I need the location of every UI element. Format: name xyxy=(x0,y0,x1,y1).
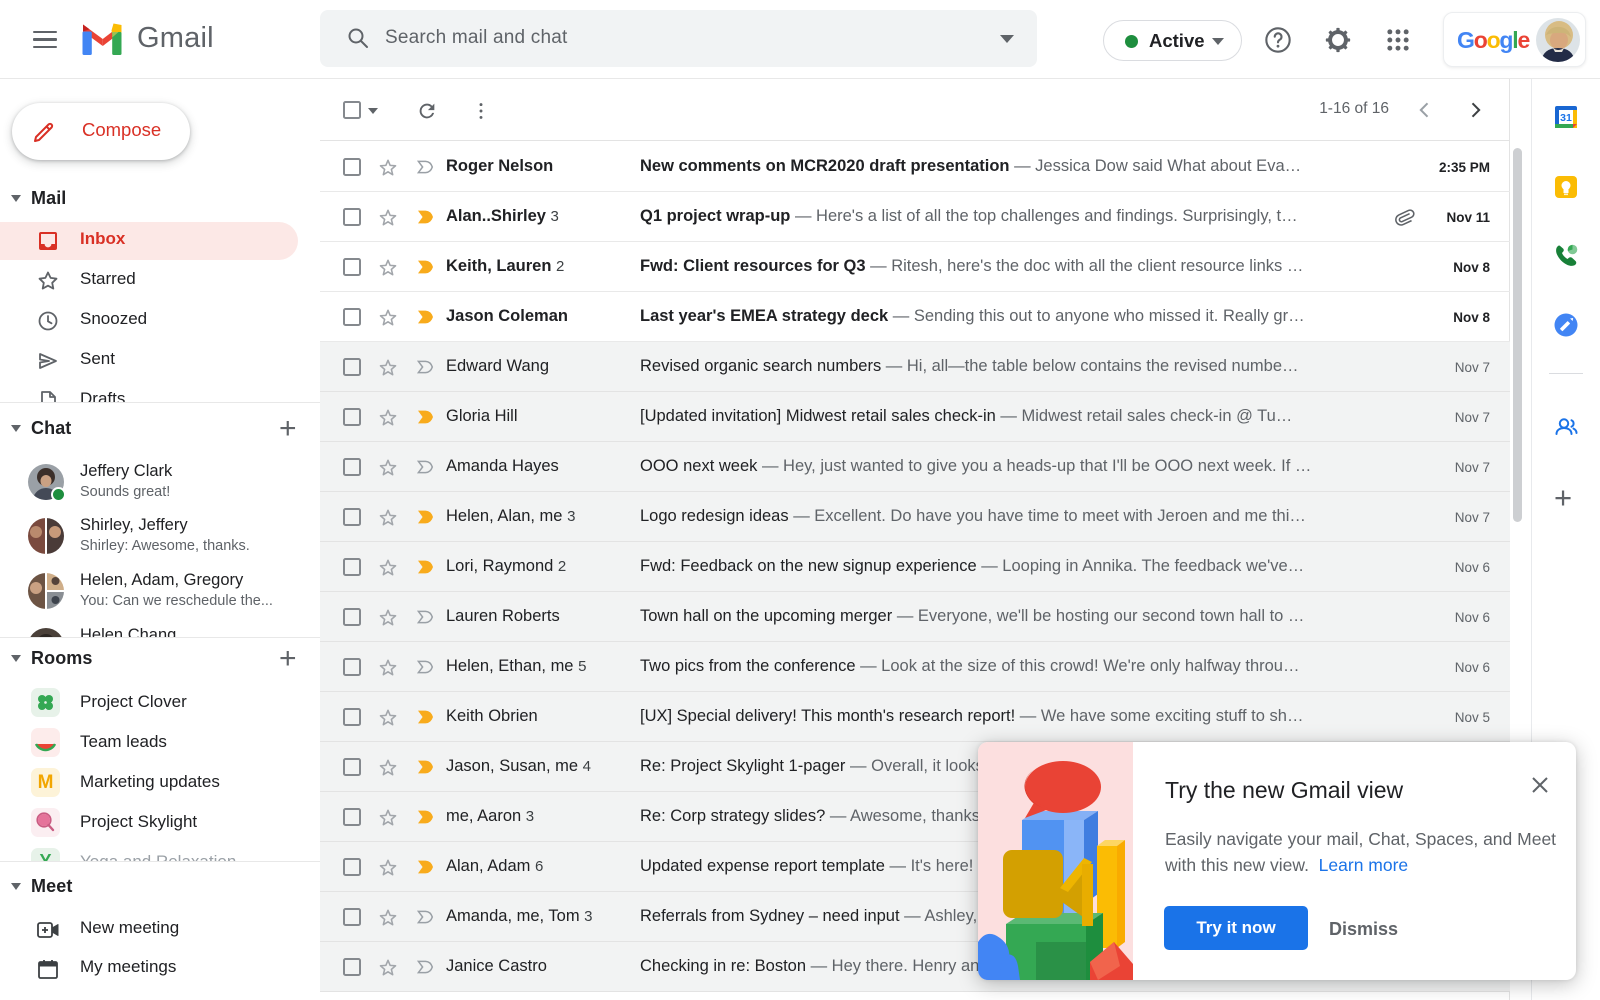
svg-text:31: 31 xyxy=(1560,112,1572,124)
